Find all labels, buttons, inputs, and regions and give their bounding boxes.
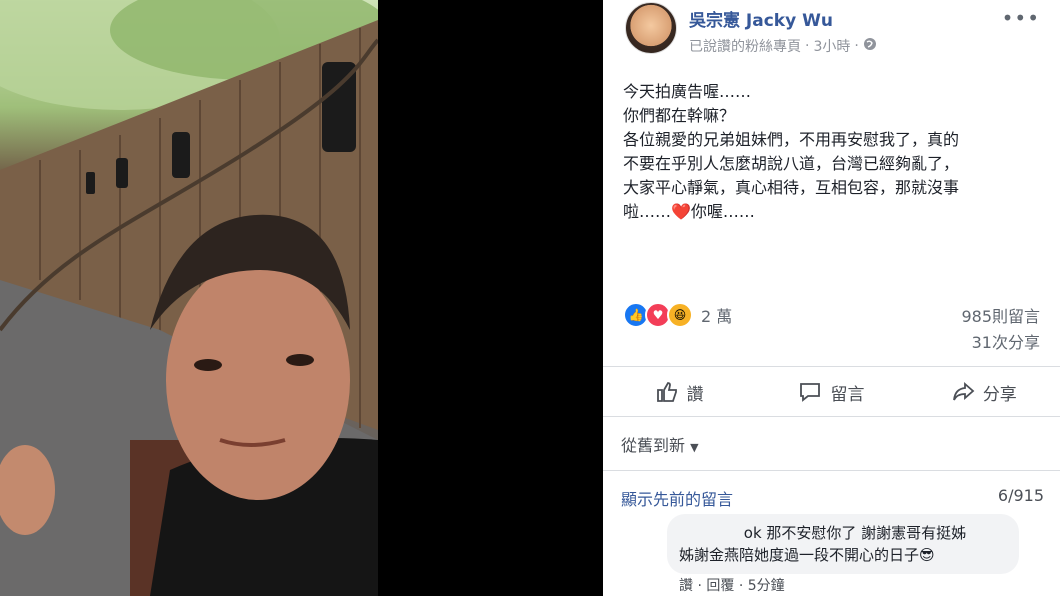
share-label: 分享	[982, 384, 1017, 405]
commenter-avatar[interactable]	[621, 516, 665, 560]
post-photo[interactable]	[0, 0, 378, 596]
comment-reply-link[interactable]: 回覆	[706, 578, 734, 594]
comments-counter: 6/915	[997, 486, 1044, 505]
liked-page-label: 已說讚的粉絲專頁	[689, 39, 801, 55]
like-label: 讚	[686, 384, 704, 405]
divider	[603, 366, 1060, 367]
divider	[603, 416, 1060, 417]
more-options-button[interactable]: •••	[1002, 6, 1040, 30]
thumbs-up-icon	[656, 382, 677, 402]
comments-count[interactable]: 985則留言	[961, 304, 1040, 330]
post-panel: 吳宗憲 Jacky Wu 已說讚的粉絲專頁 · 3小時 · ••• 今天拍廣告喔…	[603, 0, 1060, 596]
photo-illustration	[0, 0, 378, 596]
author-avatar[interactable]	[625, 2, 677, 54]
comment-sort-dropdown[interactable]: 從舊到新 ▼	[621, 432, 699, 456]
share-icon	[952, 382, 975, 401]
show-previous-comments-link[interactable]: 顯示先前的留言	[621, 486, 733, 510]
post-time[interactable]: 3小時	[813, 36, 850, 56]
comment-meta-sep: ·	[697, 578, 702, 594]
reactions-count: 2 萬	[701, 307, 733, 326]
action-bar: 讚 留言 分享	[603, 370, 1060, 414]
reactions-summary[interactable]: 👍 ♥ 😆 2 萬	[623, 302, 732, 328]
comment-button[interactable]: 留言	[755, 370, 907, 414]
comment-meta-sep-2: ·	[738, 578, 744, 594]
comment-time[interactable]: 5分鐘	[748, 578, 785, 594]
divider	[603, 470, 1060, 471]
sort-label: 從舊到新	[621, 436, 686, 455]
caret-down-icon: ▼	[690, 441, 699, 454]
comment-label: 留言	[830, 384, 865, 405]
meta-separator: ·	[805, 38, 810, 54]
comment-bubble: ok 那不安慰你了 謝謝憲哥有挺姊 姊謝金燕陪她度過一段不開心的日子😎	[667, 514, 1019, 574]
haha-icon: 😆	[667, 302, 693, 328]
comment-icon	[800, 383, 821, 402]
globe-icon	[863, 37, 877, 55]
meta-separator-2: ·	[854, 38, 859, 54]
like-button[interactable]: 讚	[603, 370, 755, 414]
photo-letterbox	[378, 0, 603, 596]
post-text: 今天拍廣告喔…… 你們都在幹嘛？ 各位親愛的兄弟姐妹們，不用再安慰我了，真的 不…	[623, 82, 960, 221]
comment-actions: 讚 · 回覆 · 5分鐘	[679, 575, 785, 595]
post-meta: 已說讚的粉絲專頁 · 3小時 ·	[689, 36, 877, 56]
comment-like-link[interactable]: 讚	[679, 578, 693, 594]
shares-count[interactable]: 31次分享	[961, 330, 1040, 356]
share-button[interactable]: 分享	[908, 370, 1060, 414]
engagement-counts: 985則留言 31次分享	[961, 304, 1040, 356]
author-name[interactable]: 吳宗憲 Jacky Wu	[689, 6, 833, 31]
commenter-name-redacted	[679, 524, 739, 538]
